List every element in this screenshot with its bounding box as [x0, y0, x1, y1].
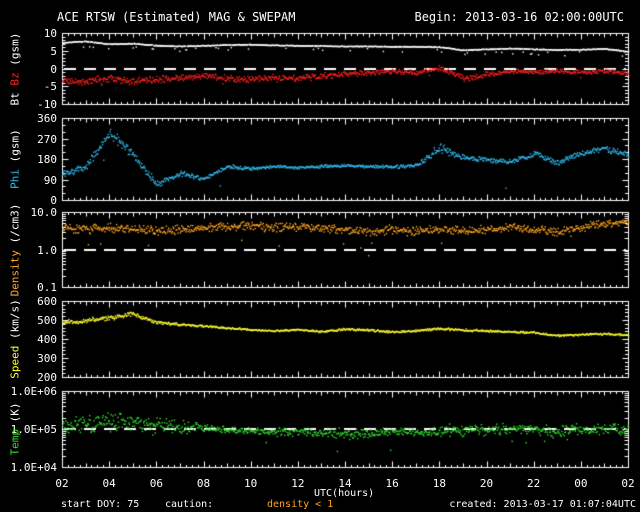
ylabel-part: (/cm3): [8, 203, 22, 243]
begin-timestamp: Begin: 2013-03-16 02:00:00UTC: [414, 10, 624, 24]
xtick-label: 18: [432, 477, 446, 490]
xtick-label: 22: [527, 477, 541, 490]
xaxis-title: UTC(hours): [314, 488, 375, 499]
ylabel-part: (gsm): [8, 32, 22, 72]
ylabel-part: (gsm): [8, 129, 22, 163]
ytick-label-phi: 360: [37, 112, 57, 125]
plot-canvas: [0, 0, 640, 512]
caution-label: caution:: [165, 499, 214, 510]
ylabel-speed: Speed (km/s): [9, 299, 22, 379]
xtick-label: 10: [244, 477, 258, 490]
ylabel-part: Bz: [8, 71, 22, 86]
created-timestamp: created: 2013-03-17 01:07:04UTC: [449, 499, 636, 510]
xtick-label: 20: [479, 477, 494, 490]
xtick-label: 06: [149, 477, 163, 490]
xtick-label: 02: [55, 477, 69, 490]
xtick-label: 16: [385, 477, 399, 490]
start-doy-label: start DOY: 75: [61, 499, 140, 510]
ylabel-part: (km/s): [8, 299, 22, 339]
ylabel-part: Temp: [8, 422, 22, 456]
ylabel-density: Density (/cm3): [9, 203, 22, 296]
xtick-label: 02: [621, 477, 635, 490]
xtick-label: 04: [102, 477, 116, 490]
xtick-label: 12: [291, 477, 305, 490]
ylabel-part: (K): [8, 402, 22, 423]
ylabel-part: Speed: [8, 339, 22, 379]
density-caution-label: density < 1: [267, 499, 334, 510]
ylabel-temp: Temp (K): [9, 403, 22, 456]
ytick-label-temp: 1.0E+04: [10, 461, 57, 474]
xtick-label: 08: [196, 477, 211, 490]
ytick-label-temp: 1.0E+06: [10, 385, 57, 398]
ylabel-part: Phi: [8, 162, 22, 189]
ace-rtsw-plot: ACE RTSW (Estimated) MAG & SWEPAM Begin:…: [0, 0, 640, 512]
xtick-label: 00: [574, 477, 588, 490]
ylabel-bt-bz: Bt Bz (gsm): [9, 32, 22, 105]
ylabel-phi: Phi (gsm): [9, 129, 22, 189]
ylabel-part: Bt: [8, 85, 22, 105]
plot-title: ACE RTSW (Estimated) MAG & SWEPAM: [57, 10, 296, 24]
ylabel-part: Density: [8, 242, 22, 296]
